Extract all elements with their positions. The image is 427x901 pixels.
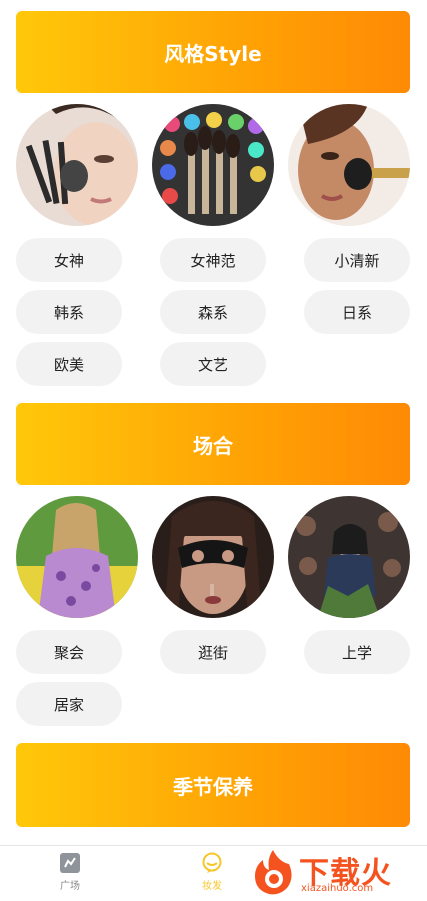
tag-nvshenfan[interactable]: 女神范 — [160, 238, 266, 282]
tag-xiaoqingxin[interactable]: 小清新 — [304, 238, 410, 282]
tag-juhui[interactable]: 聚会 — [16, 630, 122, 674]
occasion-banner-title: 场合 — [193, 433, 233, 458]
tag-guangjie[interactable]: 逛街 — [160, 630, 266, 674]
season-care-banner[interactable]: 季节保养 — [16, 743, 410, 827]
watermark-logo: 下载火 xiazaihuo.com — [249, 848, 419, 896]
tag-jujia[interactable]: 居家 — [16, 682, 122, 726]
tag-label: 女神范 — [190, 251, 236, 270]
style-image-2[interactable] — [152, 104, 274, 226]
tag-senxi[interactable]: 森系 — [160, 290, 266, 334]
tab-square[interactable]: 广场 — [30, 852, 110, 892]
tag-label: 居家 — [53, 695, 84, 714]
tag-nvshen[interactable]: 女神 — [16, 238, 122, 282]
tag-oumei[interactable]: 欧美 — [16, 342, 122, 386]
tab-makeup[interactable]: 妆发 — [172, 852, 252, 892]
tag-label: 聚会 — [53, 643, 84, 662]
tag-label: 小清新 — [334, 251, 380, 270]
flame-icon — [255, 850, 292, 895]
occasion-image-1[interactable] — [16, 496, 138, 618]
tag-label: 森系 — [197, 303, 228, 322]
tag-hanxi[interactable]: 韩系 — [16, 290, 122, 334]
occasion-image-2[interactable] — [152, 496, 274, 618]
style-banner-title: 风格Style — [164, 41, 262, 66]
tag-label: 日系 — [341, 303, 372, 322]
bubble-icon — [202, 852, 222, 873]
tag-shangxue[interactable]: 上学 — [304, 630, 410, 674]
tag-wenyi[interactable]: 文艺 — [160, 342, 266, 386]
occasion-banner[interactable]: 场合 — [16, 403, 410, 485]
watermark-url: xiazaihuo.com — [301, 883, 374, 894]
tab-square-label: 广场 — [60, 881, 80, 892]
tab-makeup-label: 妆发 — [202, 881, 222, 892]
tag-label: 上学 — [341, 643, 372, 662]
style-banner[interactable]: 风格Style — [16, 11, 410, 93]
tag-label: 欧美 — [53, 355, 84, 374]
tag-label: 女神 — [53, 251, 84, 270]
occasion-image-3[interactable] — [288, 496, 410, 618]
style-image-3[interactable] — [288, 104, 410, 226]
tag-label: 韩系 — [53, 303, 84, 322]
tag-label: 文艺 — [197, 355, 228, 374]
tag-label: 逛街 — [197, 643, 228, 662]
square-icon — [60, 853, 80, 873]
season-care-banner-title: 季节保养 — [173, 774, 253, 799]
style-image-1[interactable] — [16, 104, 138, 226]
tag-rixi[interactable]: 日系 — [304, 290, 410, 334]
